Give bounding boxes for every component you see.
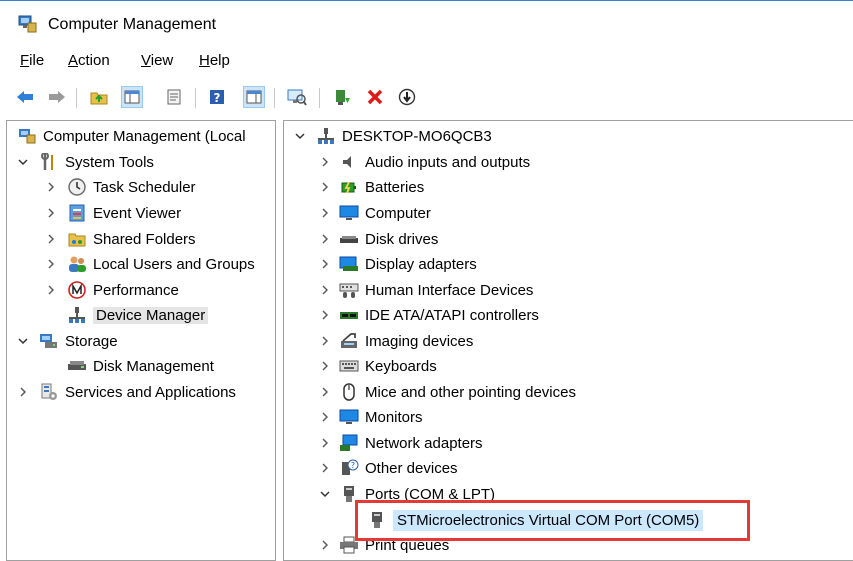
ide-controller-icon (339, 305, 359, 325)
toolbar: ? (0, 80, 853, 114)
device-tree-pane: DESKTOP-MO6QCB3 Audio inputs and outputs… (283, 120, 853, 561)
back-icon[interactable] (14, 86, 36, 108)
mouse-icon (339, 382, 359, 402)
device-category[interactable]: Computer (319, 201, 431, 225)
battery-icon (339, 177, 359, 197)
up-folder-icon[interactable] (88, 86, 110, 108)
window-title: Computer Management (48, 16, 217, 33)
services-icon (39, 382, 59, 402)
tree-item-computer-management[interactable]: Computer Management (Local (17, 124, 246, 148)
disk-drive-icon (339, 229, 359, 249)
tree-item-services-and-applications[interactable]: Services and Applications (17, 380, 236, 404)
computer-management-icon (17, 126, 37, 146)
menu-help[interactable]: Help (199, 52, 230, 69)
performance-icon (67, 280, 87, 300)
event-viewer-icon (67, 203, 87, 223)
device-category[interactable]: Network adapters (319, 431, 483, 455)
device-category[interactable]: Human Interface Devices (319, 278, 533, 302)
chevron-down-icon[interactable] (319, 488, 331, 500)
tree-item-computer-root[interactable]: DESKTOP-MO6QCB3 (294, 124, 492, 148)
chevron-right-icon[interactable] (45, 207, 57, 219)
tree-item-task-scheduler[interactable]: Task Scheduler (45, 175, 196, 199)
chevron-right-icon[interactable] (319, 360, 331, 372)
chevron-right-icon[interactable] (319, 437, 331, 449)
device-category[interactable]: Mice and other pointing devices (319, 380, 576, 404)
tree-item-storage[interactable]: Storage (17, 329, 118, 353)
chevron-right-icon[interactable] (319, 539, 331, 551)
storage-icon (39, 331, 59, 351)
console-tree-pane: Computer Management (Local System Tools … (6, 120, 276, 561)
menu-view[interactable]: View (141, 52, 173, 69)
chevron-right-icon[interactable] (319, 335, 331, 347)
tree-item-event-viewer[interactable]: Event Viewer (45, 201, 181, 225)
tree-item-disk-management[interactable]: Disk Management (67, 354, 214, 378)
chevron-right-icon[interactable] (319, 156, 331, 168)
system-tools-icon (39, 152, 59, 172)
chevron-right-icon[interactable] (45, 181, 57, 193)
keyboard-icon (339, 356, 359, 376)
hid-icon (339, 280, 359, 300)
tree-item-local-users-and-groups[interactable]: Local Users and Groups (45, 252, 255, 276)
show-action-pane-icon[interactable] (243, 86, 265, 108)
device-category[interactable]: Monitors (319, 405, 423, 429)
chevron-right-icon[interactable] (45, 284, 57, 296)
chevron-down-icon[interactable] (17, 335, 29, 347)
uninstall-device-icon[interactable] (364, 86, 386, 108)
device-category[interactable]: Imaging devices (319, 329, 473, 353)
update-driver-icon[interactable] (331, 86, 353, 108)
speaker-icon (339, 152, 359, 172)
device-category[interactable]: Display adapters (319, 252, 477, 276)
device-category[interactable]: ? Other devices (319, 456, 458, 480)
device-category[interactable]: IDE ATA/ATAPI controllers (319, 303, 539, 327)
computer-network-icon (316, 126, 336, 146)
device-category[interactable]: Disk drives (319, 227, 438, 251)
chevron-right-icon[interactable] (319, 207, 331, 219)
scan-hardware-icon[interactable] (286, 86, 308, 108)
menu-bar: File Action View Help (0, 48, 853, 76)
disk-management-icon (67, 356, 87, 376)
forward-icon[interactable] (46, 86, 68, 108)
chevron-right-icon[interactable] (17, 386, 29, 398)
device-category[interactable]: Keyboards (319, 354, 437, 378)
display-adapter-icon (339, 254, 359, 274)
tree-item-system-tools[interactable]: System Tools (17, 150, 154, 174)
chevron-down-icon[interactable] (294, 130, 306, 142)
tree-item-performance[interactable]: Performance (45, 278, 179, 302)
chevron-down-icon[interactable] (17, 156, 29, 168)
tree-item-device-manager[interactable]: Device Manager (67, 303, 209, 327)
network-adapter-icon (339, 433, 359, 453)
monitor-icon (339, 407, 359, 427)
svg-text:?: ? (214, 91, 221, 105)
tree-item-shared-folders[interactable]: Shared Folders (45, 227, 196, 251)
chevron-right-icon[interactable] (319, 181, 331, 193)
unknown-device-icon: ? (339, 458, 359, 478)
menu-file[interactable]: File (20, 52, 44, 69)
chevron-right-icon[interactable] (319, 462, 331, 474)
device-category[interactable]: Batteries (319, 175, 424, 199)
show-hide-console-tree-icon[interactable] (121, 86, 143, 108)
chevron-right-icon[interactable] (319, 258, 331, 270)
users-icon (67, 254, 87, 274)
clock-icon (67, 177, 87, 197)
chevron-right-icon[interactable] (319, 284, 331, 296)
chevron-right-icon[interactable] (45, 233, 57, 245)
computer-management-icon (18, 15, 38, 37)
help-icon[interactable]: ? (206, 86, 228, 108)
properties-icon[interactable] (163, 86, 185, 108)
chevron-right-icon[interactable] (319, 411, 331, 423)
svg-text:?: ? (351, 461, 355, 470)
chevron-right-icon[interactable] (319, 309, 331, 321)
shared-folder-icon (67, 229, 87, 249)
title-bar: Computer Management (0, 0, 853, 48)
chevron-right-icon[interactable] (319, 386, 331, 398)
device-category[interactable]: Audio inputs and outputs (319, 150, 530, 174)
imaging-device-icon (339, 331, 359, 351)
menu-action[interactable]: Action (68, 52, 110, 69)
chevron-right-icon[interactable] (45, 258, 57, 270)
monitor-icon (339, 203, 359, 223)
highlight-annotation (355, 500, 750, 541)
chevron-right-icon[interactable] (319, 233, 331, 245)
disable-device-icon[interactable] (396, 86, 418, 108)
device-manager-icon (67, 305, 87, 325)
